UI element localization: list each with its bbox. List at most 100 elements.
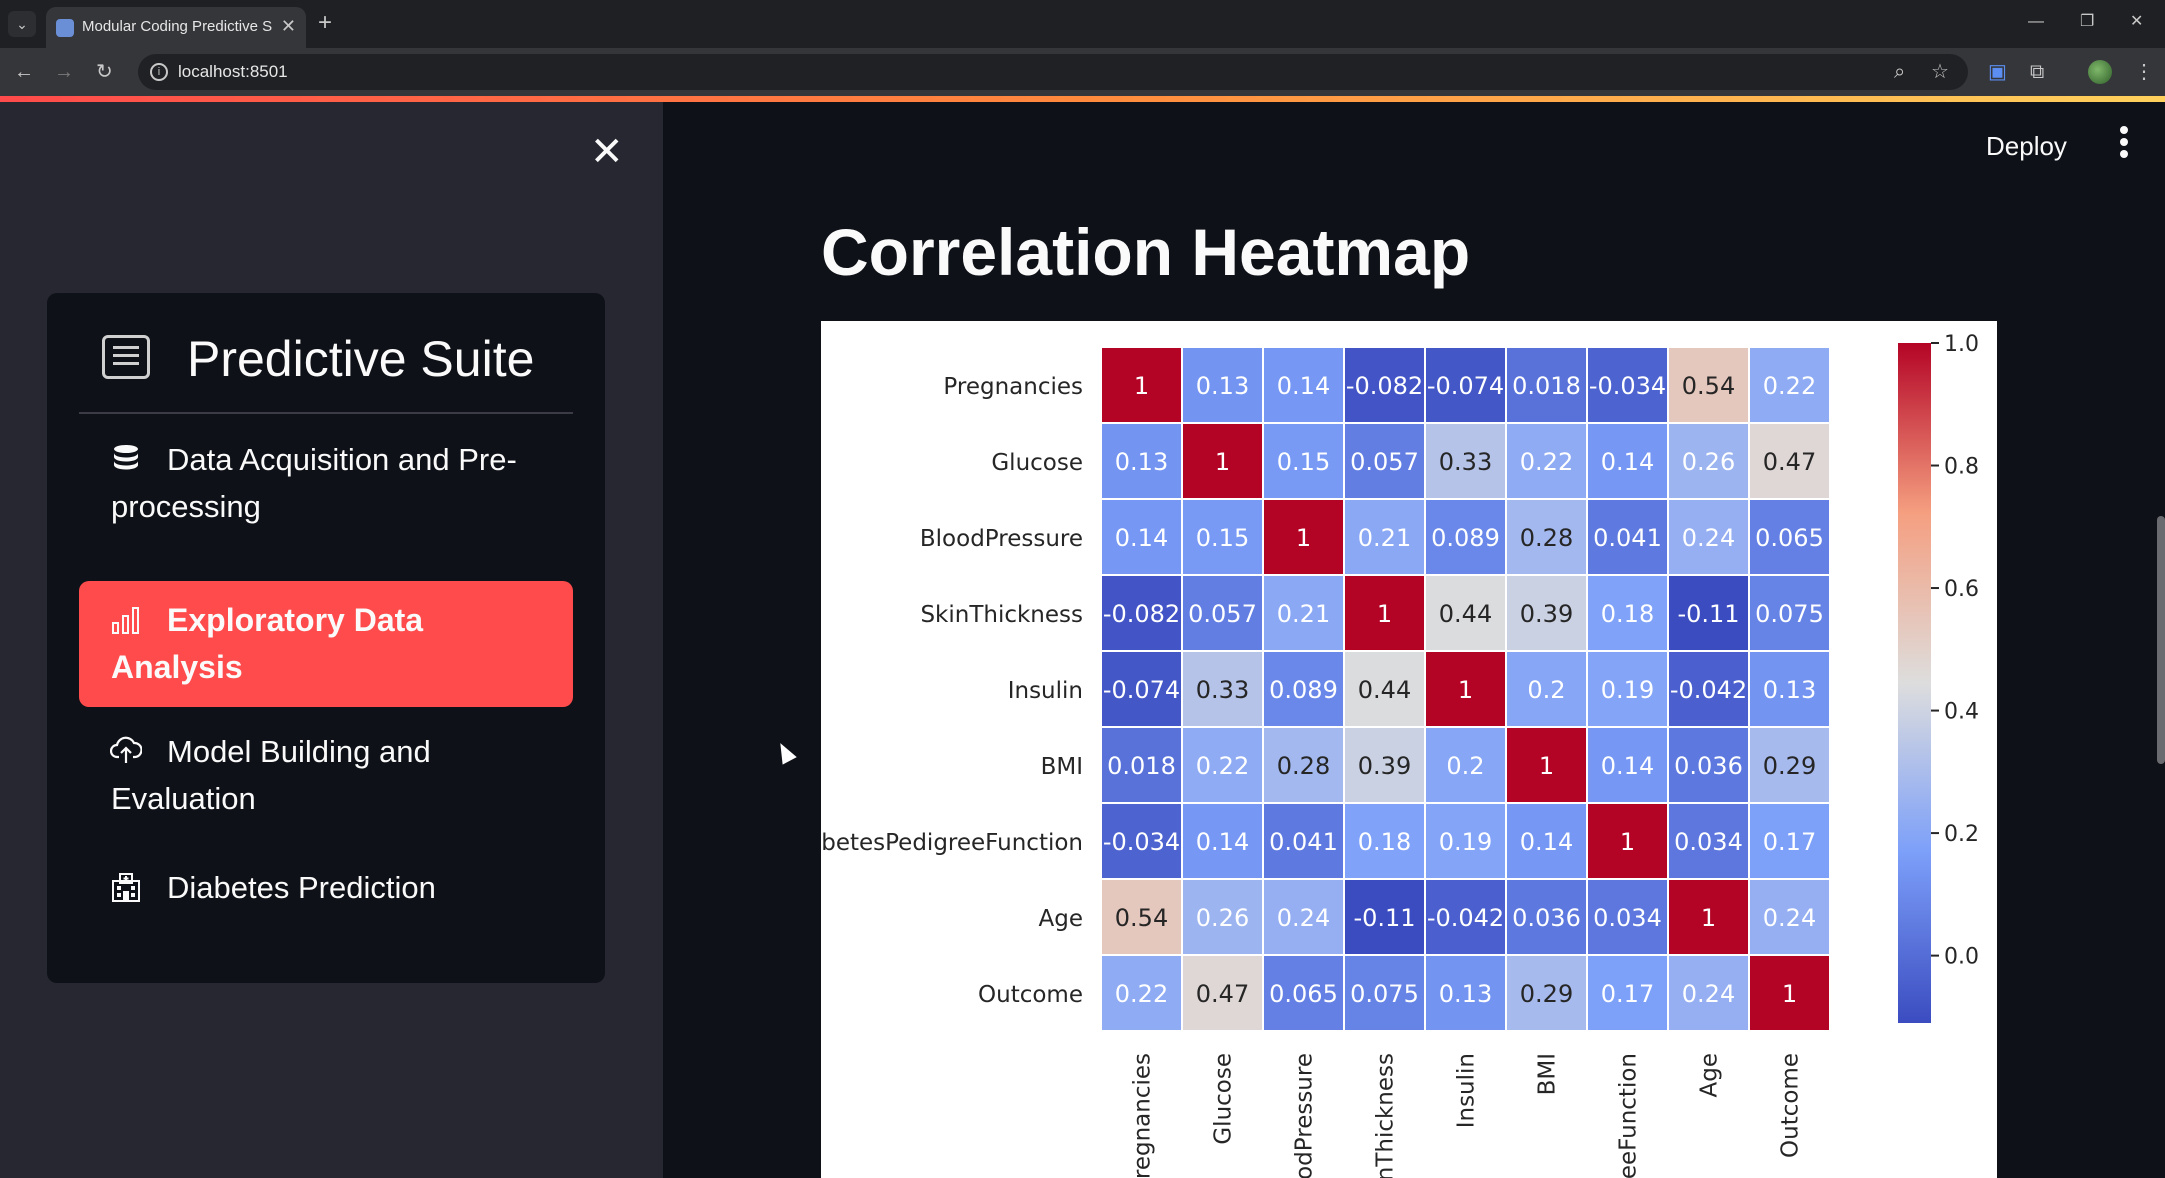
heatmap-cell-label: 1 bbox=[1215, 448, 1230, 476]
y-tick-label: Pregnancies bbox=[943, 374, 1083, 400]
heatmap-cell-label: -0.082 bbox=[1103, 600, 1180, 628]
heatmap-cell-label: 0.21 bbox=[1277, 600, 1330, 628]
heatmap-cell-label: 0.041 bbox=[1269, 828, 1338, 856]
heatmap-cell-label: 0.17 bbox=[1763, 828, 1816, 856]
colorbar bbox=[1898, 343, 1931, 1023]
site-info-icon[interactable]: i bbox=[150, 63, 168, 81]
heatmap-cell-label: 1 bbox=[1458, 676, 1473, 704]
heatmap-cell-label: -0.042 bbox=[1427, 904, 1504, 932]
heatmap-cell-label: 0.47 bbox=[1763, 448, 1816, 476]
nav-item-label: Diabetes Prediction bbox=[167, 870, 436, 905]
heatmap-cell-label: 1 bbox=[1782, 980, 1797, 1008]
forward-icon[interactable]: → bbox=[54, 60, 74, 84]
browser-menu-icon[interactable]: ⋮ bbox=[2134, 60, 2154, 84]
heatmap-cell-label: 0.22 bbox=[1520, 448, 1573, 476]
heatmap-cell-label: -0.074 bbox=[1103, 676, 1180, 704]
bookmark-star-icon[interactable]: ☆ bbox=[1931, 60, 1949, 84]
address-bar: ← → ↻ i localhost:8501 ⌕ ☆ ▣ ⧉ ⋮ bbox=[0, 48, 2165, 96]
heatmap-cell-label: 0.14 bbox=[1601, 448, 1654, 476]
y-tick-label: BloodPressure bbox=[920, 526, 1083, 552]
correlation-heatmap-figure: 1 0.13 0.14 -0.082 -0.074 0.018 -0.034 0.54 0.22… bbox=[821, 321, 1997, 1178]
restore-icon[interactable]: ❐ bbox=[2080, 12, 2094, 32]
extension-icon[interactable]: ▣ bbox=[1988, 60, 2007, 84]
minimize-icon[interactable]: — bbox=[2028, 12, 2044, 32]
heatmap-cell-label: 0.13 bbox=[1115, 448, 1168, 476]
heatmap-cell-label: 0.22 bbox=[1763, 372, 1816, 400]
colorbar-tick-label: 0.8 bbox=[1944, 455, 1979, 480]
heatmap-cell-label: 0.018 bbox=[1107, 752, 1176, 780]
heatmap-cell-label: 0.057 bbox=[1350, 448, 1419, 476]
main-scrollbar[interactable] bbox=[2157, 516, 2165, 764]
back-icon[interactable]: ← bbox=[14, 60, 34, 84]
nav-item-model-building[interactable]: Model Building and Evaluation bbox=[79, 725, 573, 829]
heatmap-cell-label: 0.075 bbox=[1755, 600, 1824, 628]
zoom-icon[interactable]: ⌕ bbox=[1894, 60, 1905, 84]
heatmap-cell-label: 1 bbox=[1377, 600, 1392, 628]
colorbar-tick-label: 0.0 bbox=[1944, 945, 1979, 970]
heatmap-cell-label: 0.057 bbox=[1188, 600, 1257, 628]
window-close-icon[interactable]: ✕ bbox=[2130, 12, 2143, 32]
x-tick-label: Pregnancies bbox=[1130, 1053, 1156, 1178]
heatmap-cell-label: 0.44 bbox=[1358, 676, 1411, 704]
heatmap-cell-label: 0.18 bbox=[1358, 828, 1411, 856]
heatmap-cell-label: 0.14 bbox=[1520, 828, 1573, 856]
profile-avatar[interactable] bbox=[2088, 60, 2112, 84]
heatmap-cell-label: 0.22 bbox=[1196, 752, 1249, 780]
heatmap-cell-label: 0.39 bbox=[1520, 600, 1573, 628]
heatmap-cell-label: 0.54 bbox=[1115, 904, 1168, 932]
heatmap-cell-label: 0.018 bbox=[1512, 372, 1581, 400]
heatmap-cell-label: 0.26 bbox=[1682, 448, 1735, 476]
omnibox[interactable]: i localhost:8501 ⌕ ☆ bbox=[138, 54, 1968, 90]
heatmap-cell-label: 0.33 bbox=[1439, 448, 1492, 476]
x-tick-label: Outcome bbox=[1778, 1053, 1804, 1158]
heatmap-cell-label: 0.15 bbox=[1277, 448, 1330, 476]
main-menu-icon[interactable] bbox=[2119, 126, 2129, 162]
main-content: Deploy Correlation Heatmap 1 0.13 0.14 -0.0… bbox=[663, 102, 2165, 1178]
nav-item-label: Model Building and Evaluation bbox=[111, 734, 431, 816]
heatmap-cell-label: 0.2 bbox=[1527, 676, 1565, 704]
nav-item-diabetes-prediction[interactable]: Diabetes Prediction bbox=[79, 855, 573, 921]
heatmap-cell-label: 0.034 bbox=[1593, 904, 1662, 932]
y-tick-label: BMI bbox=[1041, 754, 1083, 780]
colorbar-tick-label: 0.2 bbox=[1944, 822, 1979, 847]
heatmap-cell-label: 0.54 bbox=[1682, 372, 1735, 400]
heatmap-cell-label: 0.14 bbox=[1601, 752, 1654, 780]
url-text[interactable]: localhost:8501 bbox=[178, 62, 288, 82]
browser-tab[interactable]: Modular Coding Predictive Suite ✕ bbox=[46, 7, 306, 48]
nav-item-exploratory-data-analysis[interactable]: Exploratory Data Analysis bbox=[79, 581, 573, 707]
sidebar: ✕ Predictive Suite Data Acquisition and … bbox=[0, 102, 663, 1178]
reload-icon[interactable]: ↻ bbox=[96, 60, 113, 84]
y-tick-label: Insulin bbox=[1008, 678, 1083, 704]
heatmap-cell-label: 0.15 bbox=[1196, 524, 1249, 552]
tab-title: Modular Coding Predictive Suite bbox=[82, 18, 272, 35]
deploy-button[interactable]: Deploy bbox=[1986, 130, 2067, 162]
new-tab-icon[interactable]: + bbox=[318, 9, 332, 37]
heatmap-cell-label: 0.24 bbox=[1682, 980, 1735, 1008]
sidebar-close-icon[interactable]: ✕ bbox=[590, 132, 624, 172]
page-title: Correlation Heatmap bbox=[821, 215, 1471, 289]
heatmap-cell-label: -0.11 bbox=[1677, 600, 1739, 628]
extensions-puzzle-icon[interactable]: ⧉ bbox=[2030, 60, 2044, 84]
nav-item-label: Data Acquisition and Pre-processing bbox=[111, 442, 517, 524]
heatmap-cell-label: 1 bbox=[1539, 752, 1554, 780]
heatmap-cell-label: 0.13 bbox=[1196, 372, 1249, 400]
x-tick-label: BMI bbox=[1535, 1053, 1561, 1095]
heatmap-cell-label: -0.11 bbox=[1353, 904, 1415, 932]
heatmap-cell-label: 0.29 bbox=[1763, 752, 1816, 780]
nav-item-data-acquisition[interactable]: Data Acquisition and Pre-processing bbox=[79, 430, 573, 534]
heatmap-cell-label: 1 bbox=[1620, 828, 1635, 856]
heatmap-cell-label: 0.24 bbox=[1763, 904, 1816, 932]
y-tick-label: SkinThickness bbox=[920, 602, 1083, 628]
x-tick-label: oodPressure bbox=[1292, 1053, 1318, 1178]
heatmap-cell-label: 0.18 bbox=[1601, 600, 1654, 628]
heatmap-cell-label: 0.39 bbox=[1358, 752, 1411, 780]
heatmap-cell-label: 0.075 bbox=[1350, 980, 1419, 1008]
heatmap-cell-label: 0.065 bbox=[1269, 980, 1338, 1008]
tab-close-icon[interactable]: ✕ bbox=[281, 16, 296, 36]
heatmap-cell-label: 0.24 bbox=[1277, 904, 1330, 932]
y-tick-label: Age bbox=[1039, 906, 1083, 932]
tab-search-chevron-icon[interactable]: ⌄ bbox=[8, 11, 36, 37]
heatmap-cell-label: 0.21 bbox=[1358, 524, 1411, 552]
y-tick-label: Outcome bbox=[978, 982, 1083, 1008]
heatmap-cell-label: 0.036 bbox=[1512, 904, 1581, 932]
